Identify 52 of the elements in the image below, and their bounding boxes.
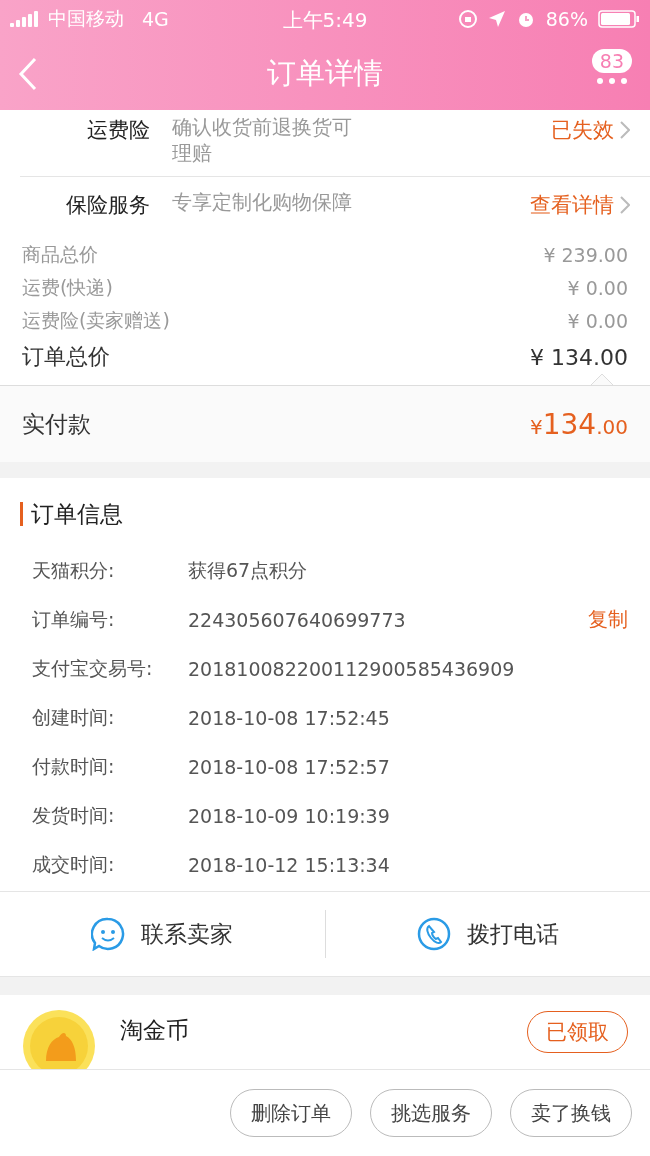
chevron-right-icon	[620, 196, 630, 214]
service-description: 专享定制化购物保障	[172, 189, 353, 215]
action-button[interactable]: 挑选服务	[370, 1089, 492, 1137]
page-title: 订单详情	[267, 56, 383, 90]
message-count-badge: 83	[591, 49, 632, 73]
call-button[interactable]: 拨打电话	[325, 892, 650, 976]
rotation-lock-icon	[457, 9, 478, 29]
section-title: 订单信息	[31, 499, 123, 529]
price-value: ¥ 134.00	[530, 344, 628, 370]
price-label: 商品总价	[22, 241, 98, 267]
service-label: 保险服务	[65, 192, 151, 219]
chevron-right-icon	[620, 121, 630, 139]
info-label: 订单编号:	[32, 606, 116, 632]
info-value: 2018-10-09 10:19:39	[188, 804, 391, 827]
network-type: 4G	[142, 8, 169, 30]
service-label: 运费险	[86, 117, 151, 144]
more-icon[interactable]	[595, 77, 628, 85]
paid-amount: ¥134.00	[530, 407, 628, 441]
price-value: ¥ 0.00	[567, 276, 628, 299]
price-label: 运费险(卖家赠送)	[22, 307, 170, 333]
info-value: 2018-10-08 17:52:45	[188, 706, 391, 729]
signal-icon	[10, 11, 38, 27]
location-arrow-icon	[487, 10, 506, 28]
claimed-button[interactable]: 已领取	[527, 1011, 628, 1053]
smiley-chat-icon	[91, 917, 126, 951]
action-button[interactable]: 删除订单	[230, 1089, 352, 1137]
info-label: 天猫积分:	[32, 557, 116, 583]
info-label: 创建时间:	[32, 704, 116, 730]
clock-time: 上午5:49	[282, 7, 368, 34]
info-value: 2018-10-12 15:13:34	[188, 853, 391, 876]
action-button[interactable]: 卖了换钱	[510, 1089, 632, 1137]
info-label: 成交时间:	[32, 851, 116, 877]
carrier-name: 中国移动	[48, 6, 124, 31]
info-value: 201810082200112900585436909	[188, 657, 516, 680]
copy-link[interactable]: 复制	[588, 606, 628, 633]
battery-icon	[598, 9, 640, 29]
price-value: ¥ 0.00	[567, 309, 628, 332]
info-value: 获得67点积分	[188, 557, 309, 583]
battery-percent: 86%	[545, 8, 588, 30]
coin-title: 淘金币	[120, 1016, 190, 1045]
phone-icon	[416, 917, 451, 951]
paid-label: 实付款	[22, 409, 91, 439]
info-value: 224305607640699773	[188, 608, 407, 631]
info-value: 2018-10-08 17:52:57	[188, 755, 391, 778]
info-label: 付款时间:	[32, 753, 116, 779]
service-description: 确认收货前退换货可 理赔	[172, 114, 353, 166]
contact-button[interactable]: 联系卖家	[0, 892, 325, 976]
info-label: 支付宝交易号:	[32, 655, 154, 681]
price-value: ¥ 239.00	[543, 243, 628, 266]
price-label: 订单总价	[22, 343, 110, 371]
price-label: 运费(快递)	[22, 274, 113, 300]
info-label: 发货时间:	[32, 802, 116, 828]
